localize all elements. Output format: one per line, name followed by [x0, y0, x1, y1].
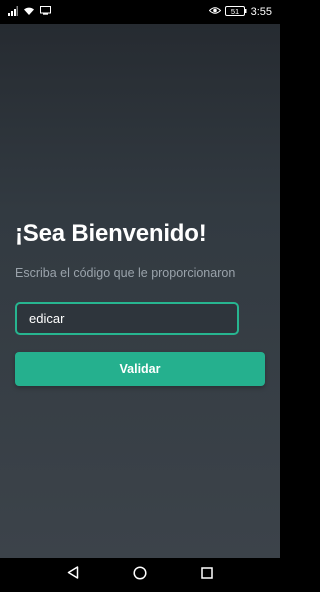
battery-level: 51	[230, 7, 238, 16]
signal-icon	[8, 5, 18, 19]
status-bar: 51 3:55	[0, 0, 280, 24]
status-right: 51 3:55	[208, 5, 272, 19]
welcome-screen: ¡Sea Bienvenido! Escriba el código que l…	[0, 24, 280, 558]
back-button[interactable]	[58, 560, 88, 590]
status-left	[8, 5, 51, 19]
validate-button[interactable]: Validar	[15, 352, 265, 386]
battery-icon: 51	[224, 5, 247, 19]
recents-icon	[200, 566, 213, 584]
page-title: ¡Sea Bienvenido!	[15, 220, 207, 247]
screen-icon	[40, 6, 51, 18]
clock: 3:55	[250, 6, 272, 18]
eye-icon	[208, 6, 221, 18]
back-icon	[67, 566, 79, 584]
navigation-bar	[0, 558, 280, 592]
wifi-icon	[23, 6, 35, 19]
code-input[interactable]	[15, 302, 239, 335]
home-icon	[133, 565, 147, 585]
recents-button[interactable]	[192, 560, 222, 590]
instruction-text: Escriba el código que le proporcionaron	[15, 266, 236, 280]
home-button[interactable]	[125, 560, 155, 590]
